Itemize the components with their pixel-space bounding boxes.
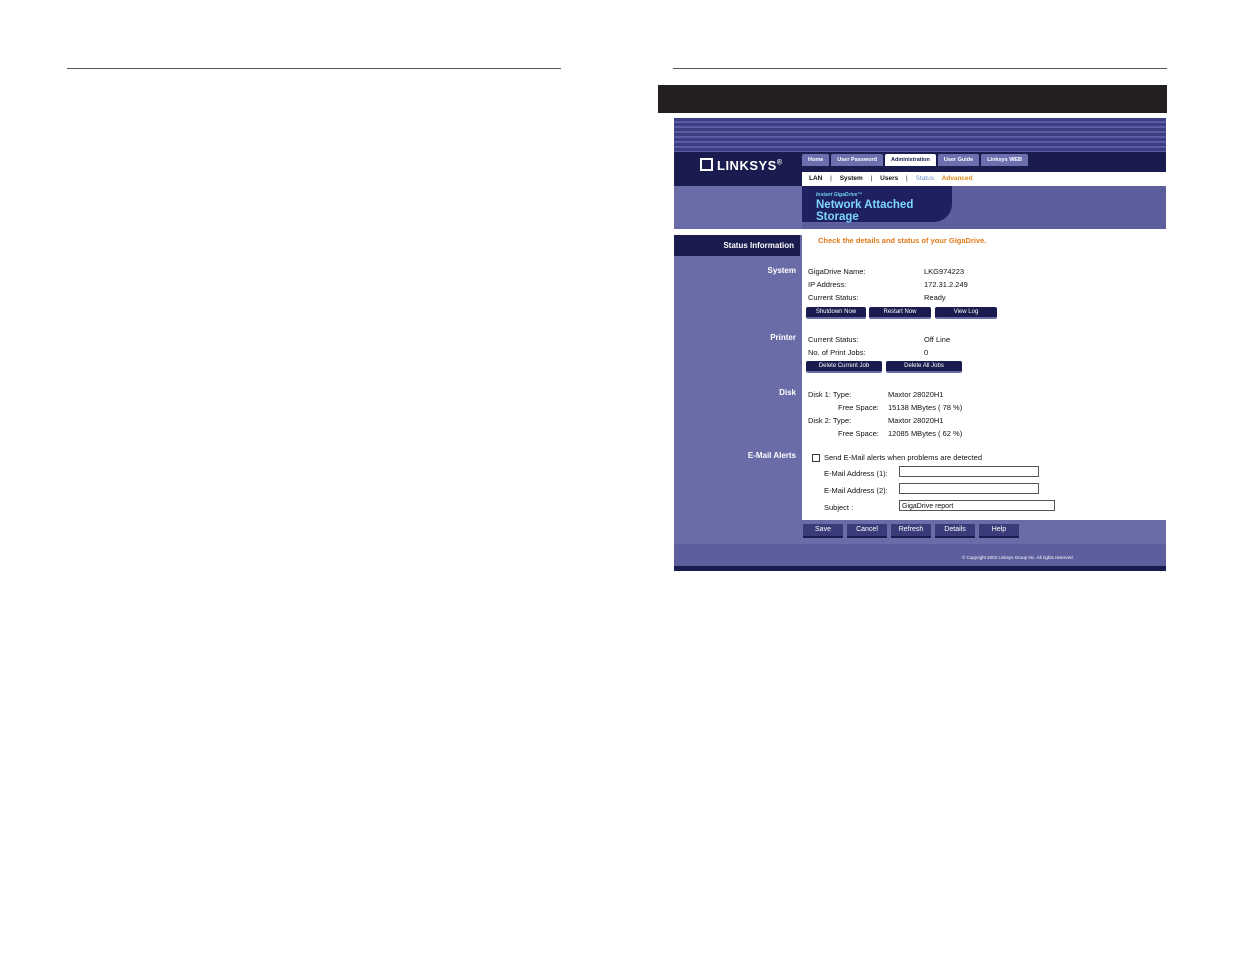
chapter-header-bar bbox=[658, 85, 1167, 113]
refresh-button[interactable]: Refresh bbox=[891, 524, 931, 538]
subnav-lan[interactable]: LAN bbox=[809, 175, 822, 182]
page-headline: Check the details and status of your Gig… bbox=[818, 236, 987, 245]
page-rule-right bbox=[673, 68, 1167, 69]
banner-title: Network Attached Storage bbox=[816, 199, 914, 223]
shutdown-now-button[interactable]: Shutdown Now bbox=[806, 307, 866, 319]
print-jobs-label: No. of Print Jobs: bbox=[808, 348, 866, 357]
disk1-free-label: Free Space: bbox=[838, 403, 879, 412]
email-address1-field[interactable] bbox=[899, 466, 1039, 477]
subnav-separator: | bbox=[906, 175, 908, 182]
disk1-type-label: Disk 1: Type: bbox=[808, 390, 852, 399]
subnav-users[interactable]: Users bbox=[880, 175, 898, 182]
cancel-button[interactable]: Cancel bbox=[847, 524, 887, 538]
disk2-type-value: Maxtor 28020H1 bbox=[888, 416, 944, 425]
gigadrive-name-value: LKG974223 bbox=[924, 267, 965, 276]
disk1-free-value: 15138 MBytes ( 78 %) bbox=[888, 403, 963, 412]
subject-field[interactable]: GigaDrive report bbox=[899, 500, 1055, 511]
linksys-logo: LINKSYS® bbox=[700, 158, 783, 173]
subnav-separator: | bbox=[870, 175, 873, 182]
gigadrive-name-label: GigaDrive Name: bbox=[808, 267, 866, 276]
tab-linksys-web[interactable]: Linksys WEB bbox=[981, 154, 1029, 166]
system-status-label: Current Status: bbox=[808, 293, 859, 302]
printer-status-value: Off Line bbox=[924, 335, 951, 344]
section-label-email-alerts: E-Mail Alerts bbox=[747, 451, 796, 460]
section-label-disk: Disk bbox=[779, 388, 796, 397]
delete-current-job-button[interactable]: Delete Current Job bbox=[806, 361, 882, 373]
sub-navigation: LAN | System | Users | Status Advanced bbox=[802, 172, 1166, 186]
page-rule-left bbox=[67, 68, 561, 69]
registered-mark: ® bbox=[776, 159, 783, 167]
product-banner: Instant GigaDrive™ Network Attached Stor… bbox=[802, 186, 1166, 229]
sidebar-header: Status Information bbox=[674, 235, 800, 256]
save-button[interactable]: Save bbox=[803, 524, 843, 538]
email-address2-field[interactable] bbox=[899, 483, 1039, 494]
ip-address-label: IP Address: bbox=[808, 280, 847, 289]
tab-home[interactable]: Home bbox=[802, 154, 830, 166]
printer-status-label: Current Status: bbox=[808, 335, 859, 344]
disk1-type-value: Maxtor 28020H1 bbox=[888, 390, 944, 399]
email-address2-label: E-Mail Address (2): bbox=[824, 486, 888, 495]
subnav-separator: | bbox=[830, 175, 832, 182]
logo-text: LINKSYS bbox=[717, 158, 777, 173]
system-status-value: Ready bbox=[924, 293, 946, 302]
details-button[interactable]: Details bbox=[935, 524, 975, 538]
delete-all-jobs-button[interactable]: Delete All Jobs bbox=[886, 361, 962, 373]
restart-now-button[interactable]: Restart Now bbox=[869, 307, 931, 319]
disk2-free-value: 12085 MBytes ( 62 %) bbox=[888, 429, 963, 438]
linksys-logo-icon bbox=[700, 158, 713, 171]
banner-left-band bbox=[674, 186, 802, 229]
view-log-button[interactable]: View Log bbox=[935, 307, 997, 319]
disk2-free-label: Free Space: bbox=[838, 429, 879, 438]
ip-address-value: 172.31.2.249 bbox=[924, 280, 968, 289]
subnav-advanced[interactable]: Advanced bbox=[942, 175, 973, 182]
footer-copyright-bar bbox=[674, 544, 1166, 566]
subnav-system[interactable]: System bbox=[840, 175, 863, 182]
banner-dark-panel: Instant GigaDrive™ Network Attached Stor… bbox=[802, 186, 952, 223]
tab-administration[interactable]: Administration bbox=[885, 154, 936, 166]
email-address1-label: E-Mail Address (1): bbox=[824, 469, 888, 478]
help-button[interactable]: Help bbox=[979, 524, 1019, 538]
subnav-status[interactable]: Status bbox=[916, 175, 934, 182]
subject-label: Subject : bbox=[824, 503, 854, 512]
top-tabs: Home User Password Administration User G… bbox=[802, 154, 1029, 166]
print-jobs-value: 0 bbox=[924, 348, 929, 357]
tab-user-password[interactable]: User Password bbox=[831, 154, 884, 166]
disk2-type-label: Disk 2: Type: bbox=[808, 416, 852, 425]
email-alerts-checkbox[interactable] bbox=[812, 454, 820, 462]
header-stripes bbox=[674, 118, 1166, 152]
tab-user-guide[interactable]: User Guide bbox=[937, 154, 980, 166]
footer-bottom-edge bbox=[674, 566, 1166, 571]
sidebar bbox=[674, 235, 802, 520]
section-label-system: System bbox=[767, 266, 796, 275]
copyright-text: © Copyright 2002 Linksys Group Inc. All … bbox=[962, 555, 1074, 560]
section-label-printer: Printer bbox=[770, 333, 796, 342]
screenshot-frame: LINKSYS® Home User Password Administrati… bbox=[674, 118, 1166, 571]
email-alerts-checkbox-label: Send E-Mail alerts when problems are det… bbox=[824, 453, 982, 462]
banner-subtitle: Instant GigaDrive™ bbox=[816, 192, 863, 198]
